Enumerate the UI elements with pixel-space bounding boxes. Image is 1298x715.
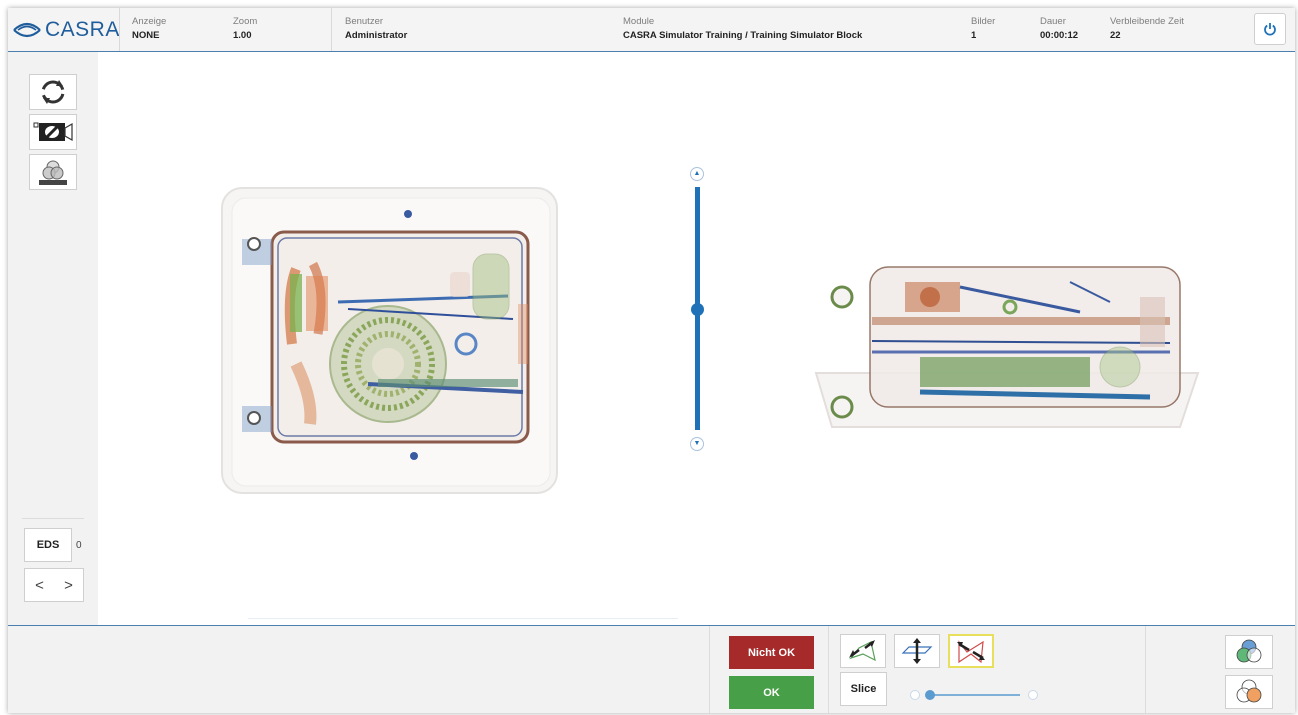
camera-button[interactable]	[29, 114, 77, 150]
slider-up-arrow[interactable]: ▲	[690, 167, 704, 181]
casra-logo: CASRA	[12, 15, 120, 45]
anzeige-value: NONE	[132, 30, 160, 41]
xray-side-view-image[interactable]	[810, 257, 1212, 437]
not-ok-button[interactable]: Nicht OK	[729, 636, 814, 669]
casra-logo-icon	[13, 22, 41, 38]
color-mode-warm-button[interactable]	[1225, 675, 1273, 709]
power-button[interactable]	[1254, 13, 1286, 45]
field-bilder: Bilder 1	[971, 16, 995, 41]
view-side-icon	[957, 640, 985, 664]
dauer-label: Dauer	[1040, 16, 1066, 27]
viewer-bottom-divider	[248, 618, 678, 619]
slider-thumb[interactable]	[925, 690, 935, 700]
slider-track	[928, 694, 1020, 696]
field-zoom: Zoom 1.00	[233, 16, 257, 41]
prev-button[interactable]: <	[35, 577, 44, 594]
module-label: Module	[623, 16, 655, 27]
color-filter-button[interactable]	[29, 154, 77, 190]
field-benutzer: Benutzer Administrator	[345, 16, 407, 41]
field-verbleibende-zeit: Verbleibende Zeit 22	[1110, 16, 1184, 41]
header-bar: CASRA Anzeige NONE Zoom 1.00 Benutzer Ad…	[8, 8, 1295, 52]
image-navigation: < >	[24, 568, 84, 602]
slider-right-arrow[interactable]	[1028, 690, 1038, 700]
sidebar-divider	[22, 518, 84, 519]
rotate-button[interactable]	[29, 74, 77, 110]
view-side-button[interactable]	[948, 634, 994, 668]
slider-left-arrow[interactable]	[910, 690, 920, 700]
color-mode-cool-icon	[1236, 639, 1262, 663]
field-anzeige: Anzeige NONE	[132, 16, 166, 41]
camera-icon	[33, 122, 73, 142]
verbleibende-label: Verbleibende Zeit	[1110, 16, 1184, 27]
slider-down-arrow[interactable]: ▼	[690, 437, 704, 451]
field-dauer: Dauer 00:00:12	[1040, 16, 1078, 41]
color-mode-cool-button[interactable]	[1225, 635, 1273, 669]
app-window: CASRA Anzeige NONE Zoom 1.00 Benutzer Ad…	[8, 8, 1295, 713]
anzeige-label: Anzeige	[132, 16, 167, 27]
xray-viewer[interactable]: ▲ ▼	[98, 52, 1295, 625]
benutzer-value: Administrator	[345, 30, 408, 41]
rotate-icon	[41, 80, 65, 104]
verbleibende-value: 22	[1110, 30, 1121, 41]
slice-depth-slider[interactable]: ▲ ▼	[688, 167, 708, 457]
dauer-value: 00:00:12	[1040, 30, 1079, 41]
ok-button[interactable]: OK	[729, 676, 814, 709]
xray-top-view-image[interactable]	[218, 184, 563, 499]
power-icon	[1264, 23, 1276, 36]
color-mode-warm-icon	[1236, 679, 1262, 703]
logo-text: CASRA	[45, 18, 120, 41]
footer-bar: Nicht OK OK Slice	[8, 625, 1295, 713]
view-front-button[interactable]	[840, 634, 886, 668]
zoom-label: Zoom	[233, 16, 258, 27]
view-top-button[interactable]	[894, 634, 940, 668]
zoom-value: 1.00	[233, 30, 252, 41]
slider-thumb[interactable]	[691, 303, 704, 316]
slice-horizontal-slider[interactable]	[910, 688, 1040, 702]
field-module: Module CASRA Simulator Training / Traini…	[623, 16, 862, 41]
view-top-icon	[901, 638, 933, 664]
module-value: CASRA Simulator Training / Training Simu…	[623, 30, 863, 41]
view-front-icon	[849, 640, 876, 662]
color-filter-icon	[37, 158, 69, 186]
slice-button[interactable]: Slice	[840, 672, 887, 706]
eds-button[interactable]: EDS	[24, 528, 72, 562]
eds-count: 0	[76, 540, 82, 551]
left-toolbar: EDS 0 < >	[8, 52, 98, 625]
bilder-label: Bilder	[971, 16, 996, 27]
next-button[interactable]: >	[64, 577, 73, 594]
bilder-value: 1	[971, 30, 977, 41]
benutzer-label: Benutzer	[345, 16, 384, 27]
